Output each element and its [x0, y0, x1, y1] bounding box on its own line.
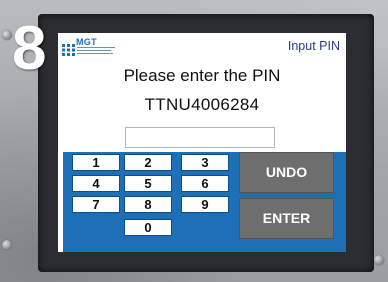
step-number-overlay: 8 [12, 14, 47, 83]
key-5[interactable]: 5 [124, 175, 172, 192]
pin-input[interactable] [125, 127, 275, 148]
enter-button[interactable]: ENTER [239, 198, 334, 239]
key-4[interactable]: 4 [72, 175, 120, 192]
key-9[interactable]: 9 [181, 196, 229, 213]
housing-screw [374, 255, 384, 265]
housing-screw [2, 30, 12, 40]
undo-button[interactable]: UNDO [239, 152, 334, 193]
key-2[interactable]: 2 [124, 154, 172, 171]
key-1[interactable]: 1 [72, 154, 120, 171]
key-6[interactable]: 6 [181, 175, 229, 192]
logo-grid-icon [62, 44, 75, 56]
numeric-keypad: 1 2 3 4 5 6 7 8 9 0 UNDO ENTER [63, 152, 346, 252]
key-0[interactable]: 0 [124, 219, 172, 236]
key-7[interactable]: 7 [72, 196, 120, 213]
logo-subtitle-lines [77, 47, 117, 57]
key-3[interactable]: 3 [181, 154, 229, 171]
housing-screw [2, 240, 12, 250]
pin-prompt: Please enter the PIN [123, 66, 281, 85]
screen-title: Input PIN [287, 39, 340, 53]
key-8[interactable]: 8 [124, 196, 172, 213]
kiosk-screen: MGT Input PIN Please enter the PIN TTNU4… [58, 33, 346, 252]
company-logo: MGT [62, 37, 118, 59]
container-number: TTNU4006284 [144, 95, 260, 114]
logo-text: MGT [76, 37, 97, 47]
